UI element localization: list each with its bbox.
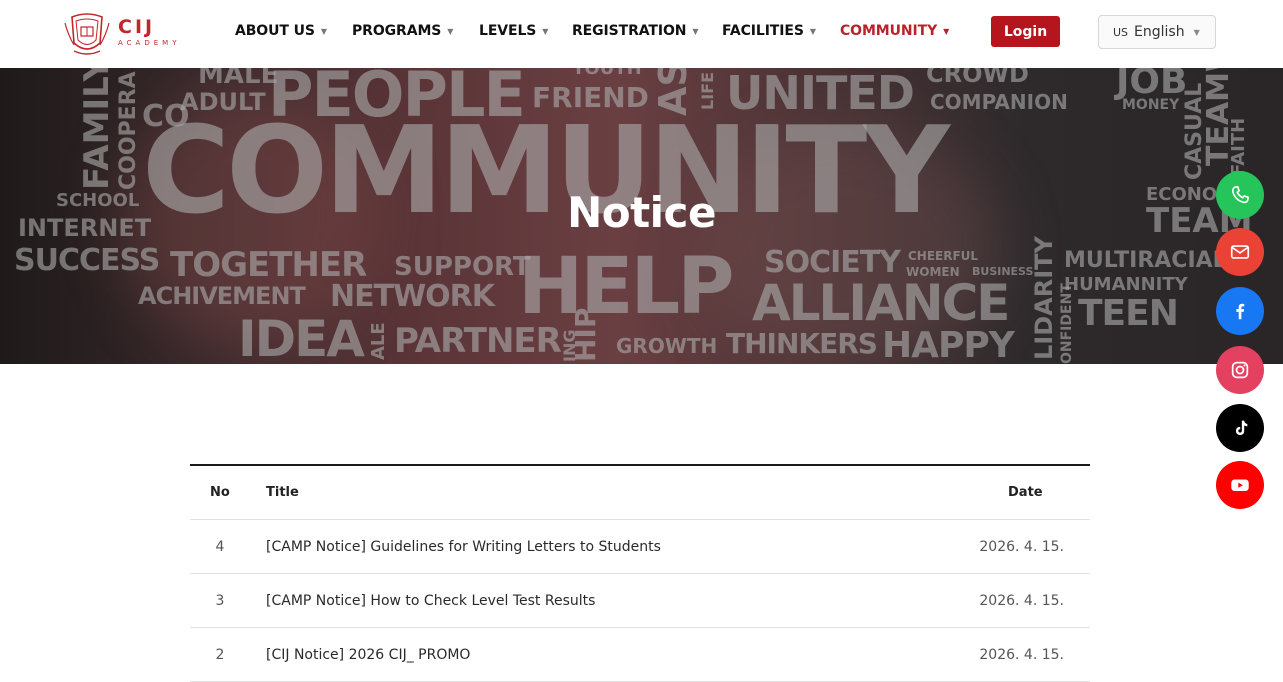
hero-word: AS xyxy=(651,68,695,116)
youtube-icon xyxy=(1231,479,1249,491)
instagram-icon xyxy=(1231,361,1249,379)
hero-word: UNITED xyxy=(726,68,915,120)
hero-word: PEOPLE xyxy=(268,68,526,131)
caret-down-icon: ▼ xyxy=(320,27,327,36)
hero-word: JOB xyxy=(1116,68,1188,102)
nav-label: COMMUNITY xyxy=(840,23,938,39)
hero-word: LIFE xyxy=(698,71,717,110)
hero-word: TOGETHER xyxy=(170,245,367,285)
nav-levels[interactable]: LEVELS ▼ xyxy=(479,22,548,40)
nav-label: LEVELS xyxy=(479,23,537,39)
nav-community[interactable]: COMMUNITY ▼ xyxy=(840,22,949,40)
hero-word: ADULT xyxy=(180,88,266,116)
hero-word: FAITH xyxy=(1228,117,1249,176)
column-header-date: Date xyxy=(1008,485,1043,500)
hero-word: ONFIDENT xyxy=(1059,283,1075,364)
caret-down-icon: ▼ xyxy=(447,27,454,36)
mail-icon xyxy=(1230,245,1250,259)
youtube-button[interactable] xyxy=(1216,461,1264,509)
hero-word: GROWTH xyxy=(616,334,718,358)
hero-word: IDEA xyxy=(238,310,365,364)
instagram-button[interactable] xyxy=(1216,346,1264,394)
hero-word: MALE xyxy=(198,68,279,90)
table-row[interactable]: 2 [CIJ Notice] 2026 CIJ_ PROMO 2026. 4. … xyxy=(190,628,1090,682)
hero-word: HAPPY xyxy=(882,325,1015,364)
hero-word: FAMILY xyxy=(77,68,117,190)
row-date: 2026. 4. 15. xyxy=(979,647,1064,663)
hero-banner: COMMUNITY HELP PEOPLE UNITED TOGETHER SU… xyxy=(0,68,1283,364)
tiktok-icon xyxy=(1235,420,1248,435)
crest-icon xyxy=(64,13,110,55)
phone-icon xyxy=(1231,185,1250,204)
hero-word: YOUTH xyxy=(572,68,642,79)
column-header-title: Title xyxy=(266,485,299,500)
hero-word: CROWD xyxy=(926,68,1029,88)
phone-button[interactable] xyxy=(1216,171,1264,219)
hero-word: COMPANION xyxy=(930,90,1068,114)
row-number: 3 xyxy=(215,593,225,609)
row-number: 2 xyxy=(215,647,225,663)
login-button[interactable]: Login xyxy=(991,16,1060,47)
table-row[interactable]: 4 [CAMP Notice] Guidelines for Writing L… xyxy=(190,520,1090,574)
hero-word: TEEN xyxy=(1078,293,1179,334)
caret-down-icon: ▼ xyxy=(1193,27,1200,37)
language-select[interactable]: US English ▼ xyxy=(1098,15,1216,49)
nav-about-us[interactable]: ABOUT US ▼ xyxy=(235,22,327,40)
nav-programs[interactable]: PROGRAMS ▼ xyxy=(352,22,453,40)
row-date: 2026. 4. 15. xyxy=(979,593,1064,609)
row-title-link[interactable]: [CAMP Notice] How to Check Level Test Re… xyxy=(266,593,595,609)
hero-word: ACHIVEMENT xyxy=(138,282,306,310)
notice-table: No Title Date 4 [CAMP Notice] Guidelines… xyxy=(190,464,1090,682)
nav-label: PROGRAMS xyxy=(352,23,442,39)
flag-icon: US xyxy=(1113,25,1129,39)
logo[interactable]: CIJ ACADEMY xyxy=(62,8,192,58)
caret-down-icon: ▼ xyxy=(943,27,950,36)
hero-word: LIDARITY xyxy=(1030,236,1058,360)
tiktok-button[interactable] xyxy=(1216,404,1264,452)
hero-word: HELP xyxy=(518,242,734,332)
hero-word: ALLIANCE xyxy=(752,274,1010,332)
hero-word: THINKERS xyxy=(726,327,878,360)
caret-down-icon: ▼ xyxy=(809,27,816,36)
site-header: CIJ ACADEMY ABOUT US ▼ PROGRAMS ▼ LEVELS ▼ … xyxy=(0,0,1283,68)
hero-word: ALE xyxy=(368,322,389,360)
hero-word: PARTNER xyxy=(394,321,562,361)
nav-label: ABOUT US xyxy=(235,23,315,39)
page-title: Notice xyxy=(567,188,716,237)
table-row[interactable]: 3 [CAMP Notice] How to Check Level Test … xyxy=(190,574,1090,628)
hero-word: SUPPORT xyxy=(394,252,531,282)
nav-facilities[interactable]: FACILITIES ▼ xyxy=(722,22,816,40)
hero-word: COOPERA xyxy=(116,71,141,190)
hero-word: MULTIRACIAL xyxy=(1064,248,1227,273)
row-date: 2026. 4. 15. xyxy=(979,539,1064,555)
hero-word: ING xyxy=(560,329,579,362)
column-header-no: No xyxy=(210,485,230,500)
hero-word: WOMEN xyxy=(906,265,960,279)
hero-word: BUSINESS xyxy=(972,265,1034,278)
row-number: 4 xyxy=(215,539,225,555)
hero-word: HUMANNITY xyxy=(1064,274,1188,295)
hero-word: CHEERFUL xyxy=(908,249,979,263)
caret-down-icon: ▼ xyxy=(692,27,699,36)
hero-word: NETWORK xyxy=(330,279,495,314)
email-button[interactable] xyxy=(1216,228,1264,276)
language-value: English xyxy=(1134,24,1185,40)
hero-word: SOCIETY xyxy=(764,245,901,280)
hero-word: MONEY xyxy=(1122,97,1180,113)
nav-label: FACILITIES xyxy=(722,23,804,39)
facebook-icon xyxy=(1236,303,1245,320)
table-header: No Title Date xyxy=(190,466,1090,520)
row-title-link[interactable]: [CAMP Notice] Guidelines for Writing Let… xyxy=(266,539,661,555)
caret-down-icon: ▼ xyxy=(542,27,549,36)
nav-label: REGISTRATION xyxy=(572,23,687,39)
facebook-button[interactable] xyxy=(1216,287,1264,335)
row-title-link[interactable]: [CIJ Notice] 2026 CIJ_ PROMO xyxy=(266,647,470,663)
hero-word: SUCCESS xyxy=(14,243,160,278)
hero-word: FRIEND xyxy=(532,81,649,114)
hero-word: CO xyxy=(142,99,190,134)
logo-tagline: ACADEMY xyxy=(118,39,181,47)
nav-registration[interactable]: REGISTRATION ▼ xyxy=(572,22,699,40)
logo-name: CIJ xyxy=(118,16,156,38)
